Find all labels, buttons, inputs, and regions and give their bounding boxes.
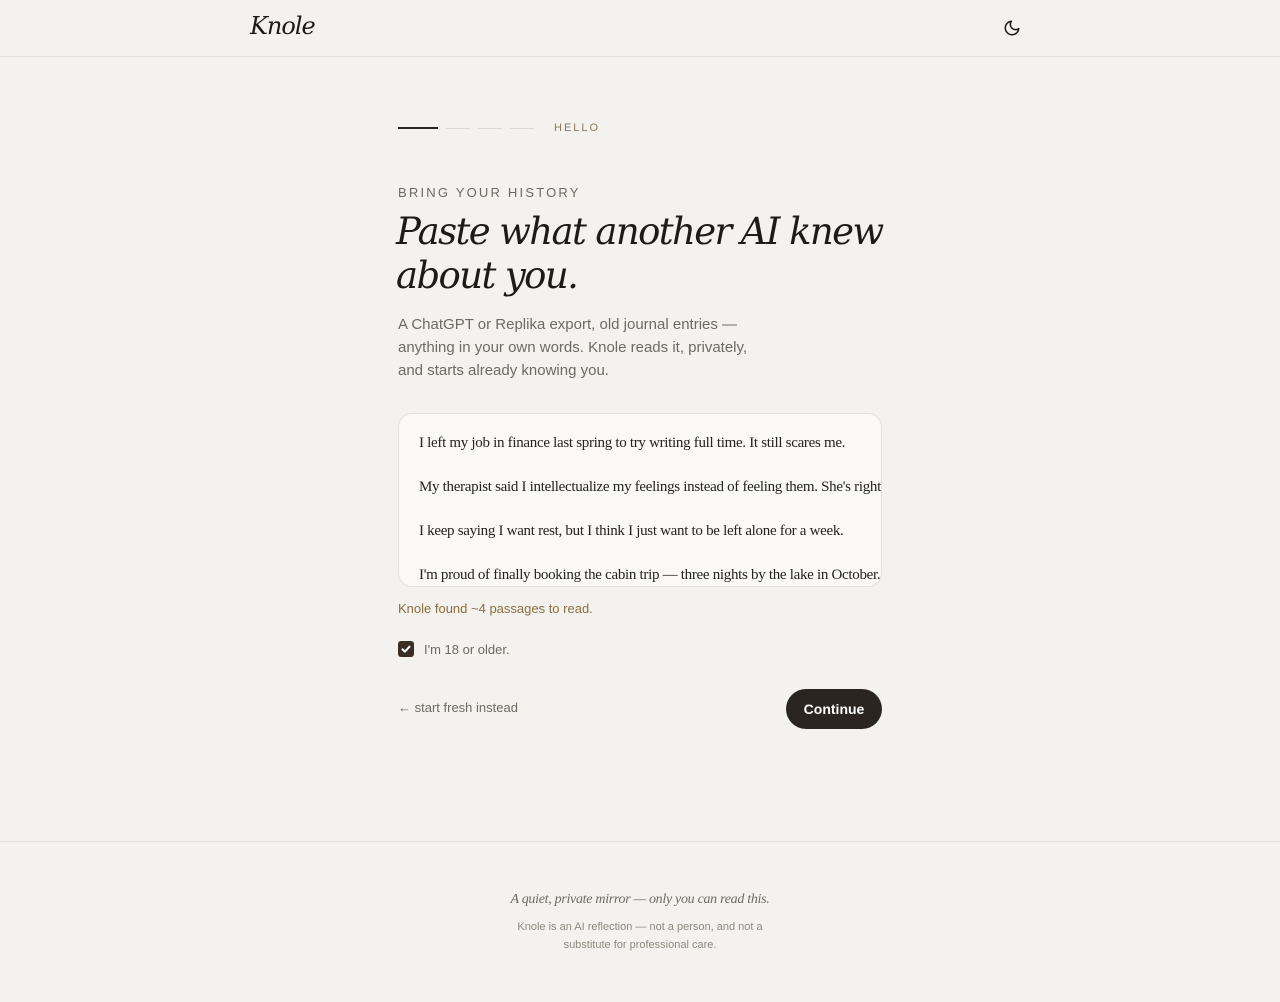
age-confirmation: I'm 18 or older. (398, 640, 510, 658)
footer-tagline: A quiet, private mirror — only you can r… (510, 892, 770, 907)
step-label: HELLO (554, 122, 601, 134)
history-textarea[interactable]: I left my job in finance last spring to … (398, 413, 882, 587)
moon-icon (1004, 20, 1020, 36)
step-progress: HELLO (398, 122, 698, 136)
progress-segment-3 (478, 128, 502, 129)
top-bar: Knole (0, 0, 1280, 57)
history-line: I keep saying I want rest, but I think I… (419, 523, 844, 539)
footer-disclaimer: Knole is an AI reflection — not a person… (517, 921, 763, 951)
age-checkbox-label[interactable]: I'm 18 or older. (424, 642, 510, 657)
history-line: My therapist said I intellectualize my f… (419, 479, 882, 495)
section-eyebrow: BRING YOUR HISTORY (398, 185, 581, 200)
logo[interactable]: Knole (250, 12, 316, 40)
history-line: I left my job in finance last spring to … (419, 435, 846, 451)
progress-segment-1 (398, 127, 438, 129)
page-title: Paste what another AI knew about you. (396, 210, 884, 297)
age-checkbox[interactable] (398, 641, 414, 657)
intro-text: A ChatGPT or Replika export, old journal… (398, 316, 748, 379)
footer: A quiet, private mirror — only you can r… (0, 841, 1280, 1002)
progress-segment-2 (446, 128, 470, 129)
theme-toggle-button[interactable] (1000, 16, 1024, 40)
history-line: I'm proud of finally booking the cabin t… (419, 567, 881, 583)
progress-segment-4 (510, 128, 534, 129)
start-fresh-link[interactable]: ← start fresh instead (398, 700, 518, 715)
continue-button[interactable]: Continue (786, 689, 882, 729)
checkmark-icon (401, 645, 411, 653)
passages-found-status: Knole found ~4 passages to read. (398, 601, 593, 616)
